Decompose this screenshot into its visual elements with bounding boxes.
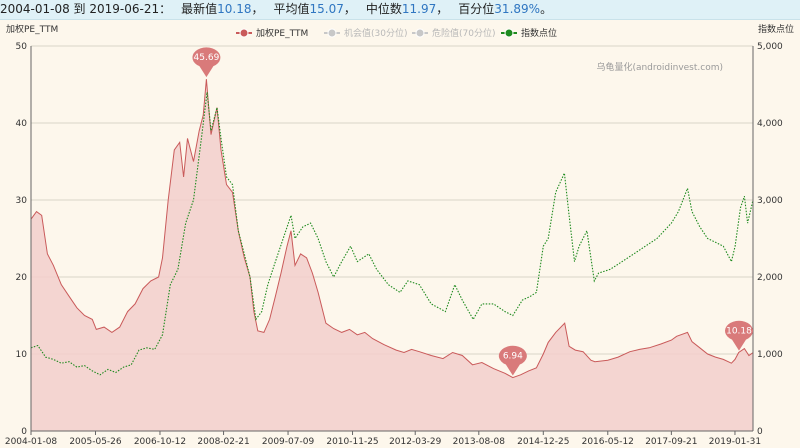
watermark: 乌龟量化(androidinvest.com) [596,61,723,73]
x-tick-label: 2017-09-21 [645,437,697,447]
marker-pin-label: 6.94 [503,352,523,362]
x-tick-label: 2008-02-21 [197,437,249,447]
right-tick-label: 0 [757,427,763,437]
legend-item[interactable]: 机会值(30分位) [324,27,407,39]
right-tick-label: 1,000 [757,350,783,360]
circle-icon [415,28,425,38]
x-tick-label: 2009-07-09 [262,437,315,447]
x-tick-label: 2004-01-08 [5,437,58,447]
legend-item[interactable]: 加权PE_TTM [236,27,308,39]
left-axis-title: 加权PE_TTM [6,23,58,35]
legend-label: 机会值(30分位) [344,27,407,39]
left-tick-label: 0 [21,427,27,437]
x-tick-label: 2006-10-12 [134,437,186,447]
legend-label: 指数点位 [521,27,557,39]
legend-label: 危险值(70分位) [432,27,495,39]
x-tick-label: 2005-05-26 [69,437,122,447]
circle-icon [239,28,249,38]
x-tick-label: 2012-03-29 [389,437,442,447]
marker-pin-label: 45.69 [194,53,220,63]
pe-index-chart: 0 0 10 1,000 20 2,000 30 3,000 40 4,000 50 5,000 200… [5,23,794,447]
legend-item[interactable]: 危险值(70分位) [412,27,495,39]
marker-pin: 10.18 [725,320,754,351]
left-tick-label: 10 [16,350,28,360]
pe-series-layer [30,79,754,431]
circle-icon [327,28,337,38]
right-tick-label: 5,000 [757,42,783,52]
marker-pin: 6.94 [498,345,527,376]
x-tick-label: 2013-08-08 [453,437,506,447]
x-tick-label: 2019-01-31 [709,437,761,447]
circle-icon [504,28,514,38]
left-tick-label: 40 [16,119,28,129]
right-tick-label: 4,000 [757,119,783,129]
legend: 加权PE_TTM 机会值(30分位) 危险值(70分位) 指数点位 [236,27,557,39]
right-tick-label: 2,000 [757,273,783,283]
marker-pin-label: 10.18 [726,327,752,337]
x-tick-label: 2010-11-25 [326,437,378,447]
left-tick-label: 20 [16,273,28,283]
left-tick-label: 50 [16,42,28,52]
x-tick-label: 2016-05-12 [582,437,634,447]
right-tick-label: 3,000 [757,196,783,206]
right-axis-title: 指数点位 [758,23,794,35]
legend-item[interactable]: 指数点位 [501,27,557,39]
pe-area-fill [31,79,753,431]
legend-label: 加权PE_TTM [256,27,308,39]
marker-pin: 45.69 [192,47,221,78]
left-tick-label: 30 [16,196,28,206]
x-tick-label: 2014-12-25 [517,437,569,447]
